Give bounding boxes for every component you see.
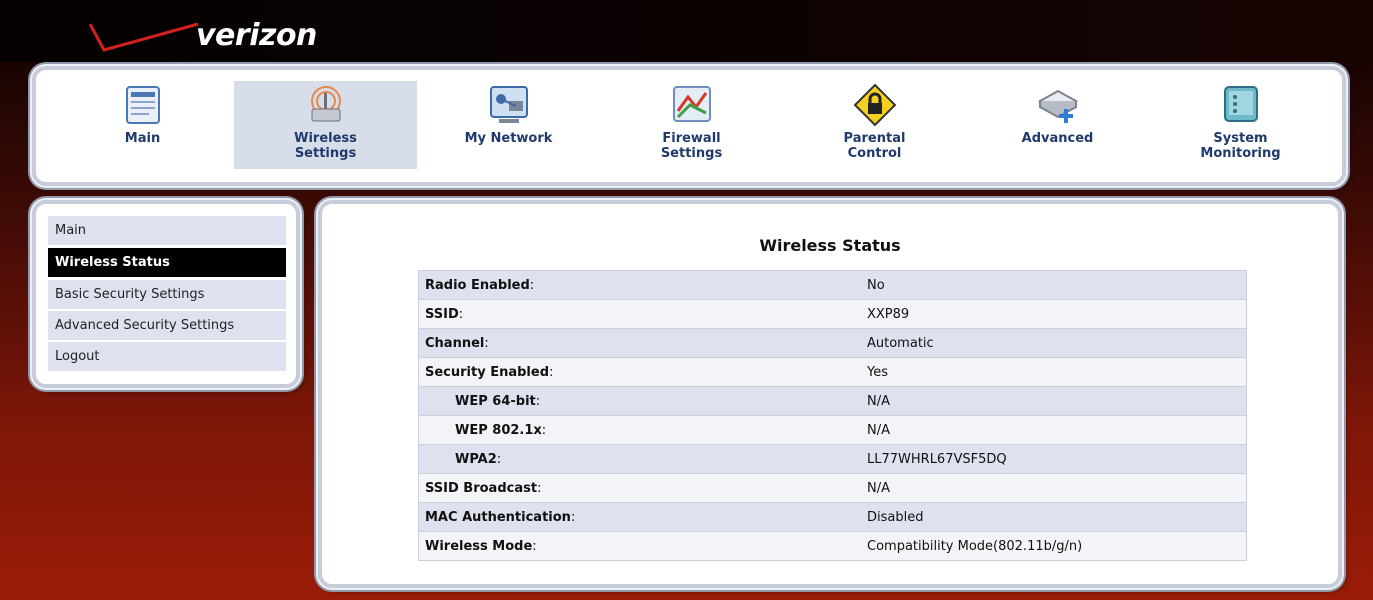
row-label: Wireless Mode [425,538,533,554]
row-value: LL77WHRL67VSF5DQ [861,444,1247,474]
row-label: Radio Enabled [425,277,530,293]
table-row: MAC Authentication: Disabled [418,502,1247,532]
wireless-status-table: Radio Enabled: No SSID: XXP89 Channel: A… [418,270,1247,561]
nav-label: My Network [464,131,553,146]
verizon-logo: verizon [86,10,317,58]
network-icon [489,86,528,123]
row-value: Disabled [861,502,1247,532]
table-row: SSID Broadcast: N/A [418,473,1247,503]
row-value: Automatic [861,328,1247,358]
nav-label: Firewall Settings [660,131,723,161]
nav-label: Parental Control [843,131,906,161]
row-label: Channel [425,335,485,351]
row-label: MAC Authentication [425,509,571,525]
table-row: Wireless Mode: Compatibility Mode(802.11… [418,531,1247,561]
lock-sign-icon [853,83,896,127]
nav-main[interactable]: Main [51,81,234,169]
row-label: SSID [425,306,459,322]
nav-label: System Monitoring [1200,131,1281,161]
main-page-icon [125,86,160,124]
table-row: WPA2: LL77WHRL67VSF5DQ [418,444,1247,474]
row-value: No [861,270,1247,300]
sidebar-item-logout[interactable]: Logout [48,342,286,371]
firewall-icon [672,86,711,122]
row-label: WPA2 [455,451,497,467]
content-panel: Wireless Status Radio Enabled: No SSID: … [318,200,1342,588]
table-row: WEP 64-bit: N/A [418,386,1247,416]
page-title: Wireless Status [759,236,901,255]
row-value: N/A [861,386,1247,416]
table-row: Security Enabled: Yes [418,357,1247,387]
row-label: WEP 64-bit [455,393,536,409]
table-row: Channel: Automatic [418,328,1247,358]
row-value: Compatibility Mode(802.11b/g/n) [861,531,1247,561]
sidebar-item-advanced-security-settings[interactable]: Advanced Security Settings [48,311,286,340]
monitor-icon [1223,86,1258,122]
nav-firewall-settings[interactable]: Firewall Settings [600,81,783,169]
sidebar-menu: Main Wireless Status Basic Security Sett… [32,200,300,388]
nav-label: Advanced [1021,131,1094,146]
main-nav: Main Wireless Settings My Network Firewal… [32,66,1346,186]
row-value: N/A [861,473,1247,503]
row-label: SSID Broadcast [425,480,538,496]
nav-wireless-settings[interactable]: Wireless Settings [234,81,417,169]
checkmark-icon [88,22,199,52]
table-row: SSID: XXP89 [418,299,1247,329]
row-label: WEP 802.1x [455,422,542,438]
nav-label: Wireless Settings [294,131,357,161]
row-value: Yes [861,357,1247,387]
sidebar-item-basic-security-settings[interactable]: Basic Security Settings [48,280,286,309]
nav-advanced[interactable]: Advanced [966,81,1149,169]
nav-label: Main [124,131,161,146]
advanced-icon [1037,89,1078,123]
nav-my-network[interactable]: My Network [417,81,600,169]
sidebar-item-wireless-status[interactable]: Wireless Status [48,248,286,277]
table-row: WEP 802.1x: N/A [418,415,1247,445]
nav-parental-control[interactable]: Parental Control [783,81,966,169]
logo-text: verizon [196,18,317,53]
row-label: Security Enabled [425,364,550,380]
row-value: N/A [861,415,1247,445]
table-row: Radio Enabled: No [418,270,1247,300]
wireless-router-icon [310,86,341,122]
row-value: XXP89 [861,299,1247,329]
sidebar-item-main[interactable]: Main [48,216,286,245]
nav-system-monitoring[interactable]: System Monitoring [1149,81,1332,169]
